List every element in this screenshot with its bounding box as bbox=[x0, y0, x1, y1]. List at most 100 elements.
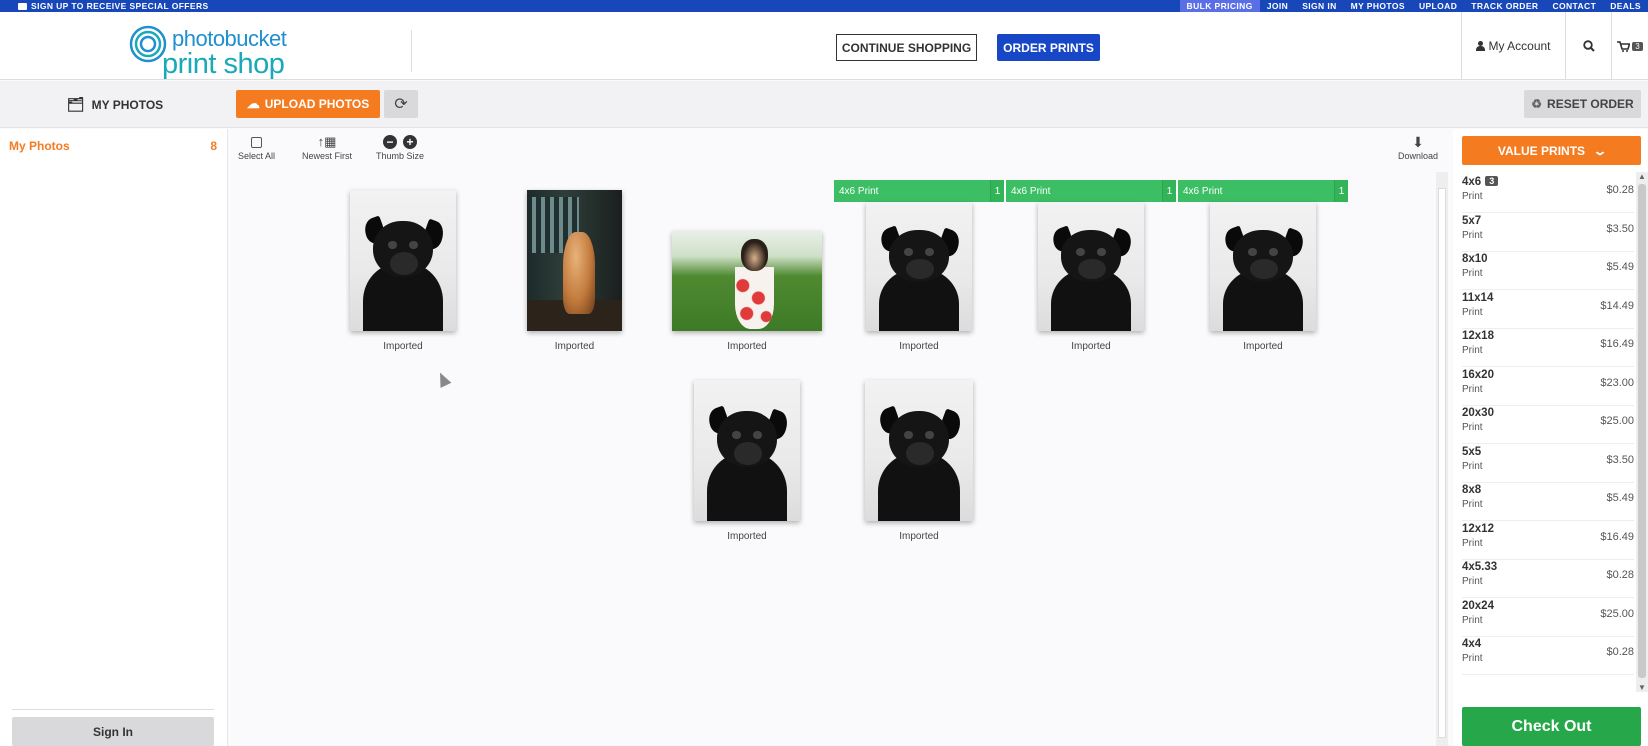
pug-photo[interactable] bbox=[694, 380, 800, 521]
product-price: $5.49 bbox=[1606, 261, 1634, 273]
product-row[interactable]: 11x14 Print $14.49 bbox=[1462, 289, 1634, 329]
puppy-in-cup-photo[interactable] bbox=[672, 231, 822, 331]
product-row[interactable]: 5x5 Print $3.50 bbox=[1462, 443, 1634, 483]
toolbar: 🗂 MY PHOTOS ☁ UPLOAD PHOTOS ⟳ ♻ RESET OR… bbox=[0, 81, 1648, 128]
signup-promo-link[interactable]: SIGN UP TO RECEIVE SPECIAL OFFERS bbox=[18, 1, 209, 11]
cloud-upload-icon: ☁ bbox=[246, 96, 260, 111]
mouse-cursor-icon bbox=[434, 370, 452, 388]
print-tag-label: 4x6 Print bbox=[1183, 185, 1223, 197]
dog-by-window-photo[interactable] bbox=[527, 190, 622, 331]
photo-thumbnail[interactable]: Imported bbox=[527, 190, 622, 352]
product-row[interactable]: 20x24 Print $25.00 bbox=[1462, 597, 1634, 637]
top-link-sign-in[interactable]: SIGN IN bbox=[1295, 0, 1343, 12]
print-shop-logo[interactable]: photobucket print shop bbox=[128, 20, 288, 80]
photo-thumbnail[interactable]: Imported bbox=[1210, 202, 1316, 352]
print-tag[interactable]: 4x6 Print 1 bbox=[834, 180, 1004, 202]
recycle-icon: ♻ bbox=[1531, 97, 1543, 111]
top-link-my-photos[interactable]: MY PHOTOS bbox=[1344, 0, 1412, 12]
select-all-control[interactable]: Select All bbox=[238, 135, 275, 161]
sort-label: Newest First bbox=[302, 151, 353, 161]
my-photos-tab[interactable]: 🗂 MY PHOTOS bbox=[0, 81, 230, 128]
product-row[interactable]: 4x6 3 Print $0.28 bbox=[1462, 173, 1634, 213]
scroll-up-icon[interactable]: ▲ bbox=[1638, 172, 1646, 181]
photo-thumbnail[interactable]: Imported bbox=[672, 231, 822, 352]
product-row[interactable]: 8x10 Print $5.49 bbox=[1462, 250, 1634, 290]
product-type: Print bbox=[1462, 460, 1483, 472]
product-row[interactable]: 16x20 Print $23.00 bbox=[1462, 366, 1634, 406]
print-tag[interactable]: 4x6 Print 1 bbox=[1178, 180, 1348, 202]
product-row[interactable]: 20x30 Print $25.00 bbox=[1462, 404, 1634, 444]
product-type: Print bbox=[1462, 576, 1483, 587]
product-row[interactable]: 5x7 Print $3.50 bbox=[1462, 212, 1634, 252]
cart-button[interactable]: 3 bbox=[1611, 12, 1648, 80]
logo-shop-text: print shop bbox=[162, 48, 285, 80]
search-button[interactable] bbox=[1565, 12, 1611, 80]
pug-photo[interactable] bbox=[350, 190, 456, 331]
top-link-join[interactable]: JOIN bbox=[1260, 0, 1295, 12]
pug-photo[interactable] bbox=[865, 380, 973, 521]
product-price: $0.28 bbox=[1606, 646, 1634, 658]
user-icon bbox=[1476, 41, 1486, 51]
photo-thumbnail[interactable]: Imported bbox=[866, 202, 972, 352]
envelope-icon bbox=[18, 2, 27, 10]
upload-photos-button[interactable]: ☁ UPLOAD PHOTOS bbox=[236, 90, 380, 118]
product-row[interactable]: 8x8 Print $5.49 bbox=[1462, 481, 1634, 521]
header-divider bbox=[411, 30, 412, 72]
photo-caption: Imported bbox=[899, 341, 939, 352]
product-size: 8x10 bbox=[1462, 253, 1488, 265]
zoom-out-icon[interactable]: − bbox=[383, 135, 398, 149]
top-link-bulk-pricing[interactable]: BULK PRICING bbox=[1179, 0, 1260, 12]
print-tag-count: 1 bbox=[990, 180, 1004, 202]
check-out-button[interactable]: Check Out bbox=[1462, 707, 1641, 746]
product-row[interactable]: 12x12 Print $16.49 bbox=[1462, 520, 1634, 560]
photos-stack-icon: 🗂 bbox=[66, 96, 85, 112]
scroll-thumb[interactable] bbox=[1638, 184, 1646, 678]
top-bar: SIGN UP TO RECEIVE SPECIAL OFFERS BULK P… bbox=[0, 0, 1648, 12]
product-type: Print bbox=[1462, 191, 1483, 202]
print-tag[interactable]: 4x6 Print 1 bbox=[1006, 180, 1176, 202]
zoom-in-icon[interactable]: + bbox=[403, 135, 418, 149]
my-account-link[interactable]: My Account bbox=[1461, 12, 1565, 80]
photo-thumbnail[interactable]: Imported bbox=[1038, 202, 1144, 352]
top-link-deals[interactable]: DEALS bbox=[1603, 0, 1648, 12]
photo-thumbnail[interactable]: Imported bbox=[865, 380, 973, 542]
product-price: $16.49 bbox=[1600, 338, 1634, 350]
product-type: Print bbox=[1462, 653, 1483, 664]
photo-caption: Imported bbox=[554, 341, 595, 352]
top-link-track-order[interactable]: TRACK ORDER bbox=[1464, 0, 1545, 12]
product-type: Print bbox=[1462, 345, 1483, 356]
product-price: $3.50 bbox=[1606, 222, 1634, 235]
pug-photo[interactable] bbox=[1210, 202, 1316, 331]
continue-shopping-button[interactable]: CONTINUE SHOPPING bbox=[836, 34, 977, 61]
my-account-label: My Account bbox=[1488, 39, 1551, 53]
refresh-button[interactable]: ⟳ bbox=[384, 90, 418, 118]
sidebar-item-count: 8 bbox=[210, 139, 217, 153]
product-row[interactable]: 12x18 Print $16.49 bbox=[1462, 327, 1634, 367]
reset-order-button[interactable]: ♻ RESET ORDER bbox=[1524, 90, 1641, 118]
product-row[interactable]: 4x5.33 Print $0.28 bbox=[1462, 558, 1634, 598]
photo-thumbnail[interactable]: Imported bbox=[350, 190, 456, 352]
top-link-upload[interactable]: UPLOAD bbox=[1412, 0, 1464, 12]
product-type: Print bbox=[1462, 537, 1483, 549]
product-list: 4x6 3 Print $0.28 5x7 Print $3.50 8x10 Pr… bbox=[1453, 173, 1648, 710]
gallery-scrollbar[interactable] bbox=[1436, 172, 1448, 746]
print-tag-count: 1 bbox=[1334, 180, 1348, 202]
photo-thumbnail[interactable]: Imported bbox=[694, 380, 800, 542]
cart-count-badge: 3 bbox=[1632, 41, 1643, 51]
sort-control[interactable]: ↑▦ Newest First bbox=[302, 134, 353, 161]
value-prints-label: VALUE PRINTS bbox=[1497, 143, 1586, 158]
sidebar-item-my-photos[interactable]: My Photos 8 bbox=[9, 139, 217, 153]
sign-in-button[interactable]: Sign In bbox=[12, 717, 214, 746]
pug-photo[interactable] bbox=[1038, 202, 1144, 331]
photo-caption: Imported bbox=[383, 341, 423, 352]
product-row[interactable]: 4x4 Print $0.28 bbox=[1462, 635, 1634, 675]
pug-photo[interactable] bbox=[866, 202, 972, 331]
cart-icon bbox=[1617, 40, 1631, 52]
order-prints-button[interactable]: ORDER PRINTS bbox=[997, 34, 1100, 61]
value-prints-dropdown[interactable]: VALUE PRINTS ⌄ bbox=[1462, 136, 1641, 165]
top-link-contact[interactable]: CONTACT bbox=[1545, 0, 1603, 12]
scroll-down-icon[interactable]: ▼ bbox=[1638, 683, 1646, 692]
photo-caption: Imported bbox=[727, 531, 767, 542]
download-button[interactable]: ⬇ Download bbox=[1398, 134, 1438, 162]
product-list-scrollbar[interactable]: ▲ ▼ bbox=[1636, 172, 1648, 692]
